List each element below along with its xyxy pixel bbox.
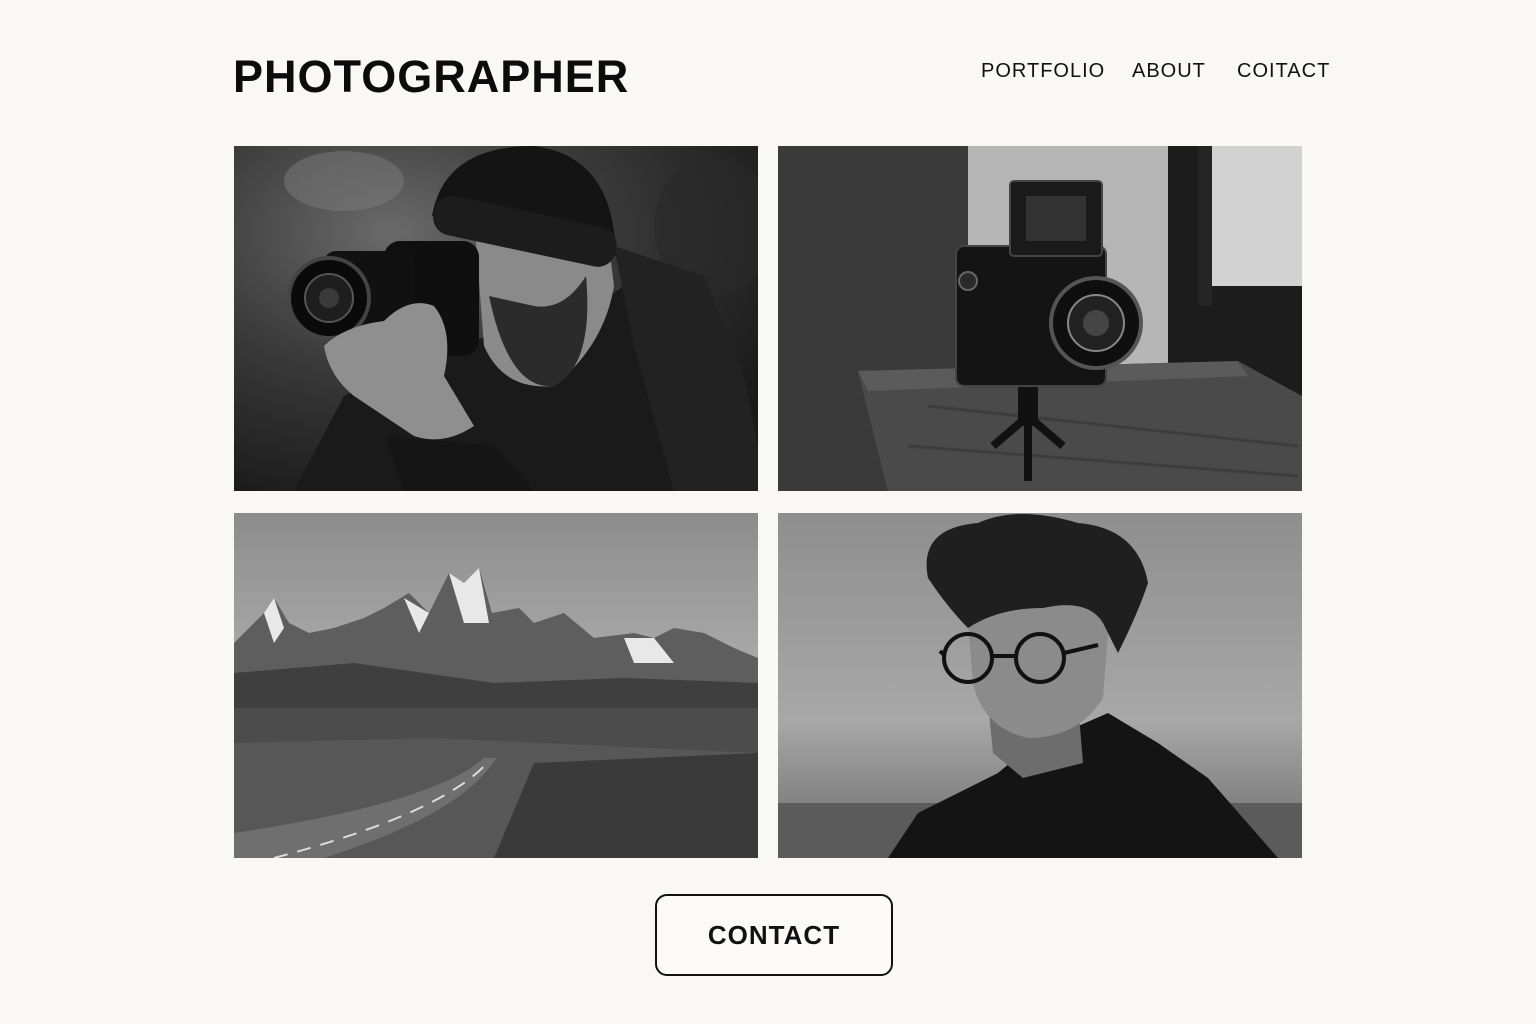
photo-vintage-camera[interactable] <box>778 146 1302 491</box>
nav-about[interactable]: ABOUT <box>1132 58 1206 84</box>
vintage-camera-image <box>778 146 1302 491</box>
photo-mountains[interactable] <box>234 513 758 858</box>
main-nav: PORTFOLIO ABOUT COITACT <box>0 58 1536 84</box>
mountains-image <box>234 513 758 858</box>
photo-portrait[interactable] <box>778 513 1302 858</box>
nav-portfolio[interactable]: PORTFOLIO <box>981 58 1105 84</box>
photographer-image <box>234 146 758 491</box>
contact-button[interactable]: CONTACT <box>655 894 893 976</box>
nav-contact[interactable]: COITACT <box>1237 58 1330 84</box>
portrait-image <box>778 513 1302 858</box>
photo-photographer[interactable] <box>234 146 758 491</box>
